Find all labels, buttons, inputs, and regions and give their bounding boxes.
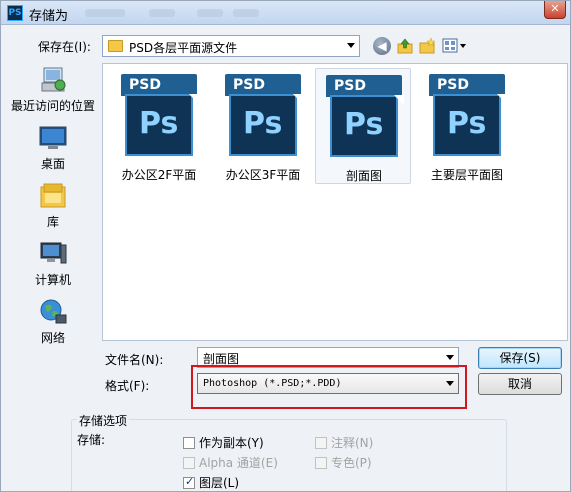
recent-places-icon <box>38 65 68 95</box>
file-name-label: 办公区3F平面 <box>225 168 301 182</box>
photoshop-app-icon: PS <box>7 5 23 21</box>
title-bar-blur <box>85 9 125 17</box>
place-network[interactable]: 网络 <box>5 297 101 346</box>
cancel-button[interactable]: 取消 <box>478 373 562 395</box>
save-options-title: 存储选项 <box>77 412 130 429</box>
views-menu-icon[interactable] <box>442 37 468 55</box>
up-folder-icon[interactable] <box>396 37 414 55</box>
chevron-down-icon[interactable] <box>446 355 454 360</box>
as-copy-checkbox[interactable]: 作为副本(Y) <box>183 434 264 451</box>
place-label: 最近访问的位置 <box>10 99 95 113</box>
psd-file-icon: PSD Ps <box>326 75 404 159</box>
folder-icon <box>108 40 123 52</box>
alpha-checkbox[interactable]: Alpha 通道(E) <box>183 454 278 471</box>
title-bar-blur <box>233 9 259 17</box>
libraries-icon <box>38 181 68 211</box>
notes-label: 注释(N) <box>331 436 374 450</box>
close-icon[interactable]: ✕ <box>544 1 566 19</box>
title-bar-blur <box>149 9 175 17</box>
psd-file-icon: PSD Ps <box>429 74 507 158</box>
save-label: 存储: <box>77 433 106 447</box>
save-in-label: 保存在(I): <box>38 40 91 54</box>
computer-icon <box>38 239 68 269</box>
place-computer[interactable]: 计算机 <box>5 239 101 288</box>
place-label: 库 <box>46 215 59 229</box>
layers-label: 图层(L) <box>199 476 240 490</box>
new-folder-icon[interactable] <box>418 37 436 55</box>
place-label: 计算机 <box>34 273 71 287</box>
spot-checkbox[interactable]: 专色(P) <box>315 454 372 471</box>
file-item[interactable]: PSD Ps 办公区3F平面 <box>215 68 311 184</box>
file-list-view[interactable]: PSD Ps 办公区2F平面 PSD Ps 办公区3F平面 PSD Ps 剖面图 <box>102 63 568 341</box>
desktop-icon <box>38 123 68 153</box>
alpha-label: Alpha 通道(E) <box>199 456 278 470</box>
window-title: 存储为 <box>29 9 69 24</box>
place-recent[interactable]: 最近访问的位置 <box>5 65 101 114</box>
file-item-selected[interactable]: PSD Ps 剖面图 <box>315 68 411 184</box>
format-label: 格式(F): <box>105 379 150 393</box>
back-icon[interactable]: ◀ <box>373 37 391 55</box>
checkbox-box[interactable] <box>183 475 195 489</box>
checkbox-box[interactable] <box>183 437 195 449</box>
save-in-dropdown[interactable]: PSD各层平面源文件 <box>102 35 360 57</box>
chevron-down-icon <box>347 43 355 48</box>
title-bar[interactable]: PS 存储为 ✕ <box>1 1 570 25</box>
title-bar-blur <box>197 9 223 17</box>
file-name-label: 办公区2F平面 <box>121 168 197 182</box>
psd-file-icon: PSD Ps <box>121 74 199 158</box>
checkbox-box[interactable] <box>315 457 327 469</box>
place-libraries[interactable]: 库 <box>5 181 101 230</box>
file-name-label: 主要层平面图 <box>430 168 503 182</box>
spot-label: 专色(P) <box>331 456 372 470</box>
save-options-group <box>71 419 507 491</box>
network-icon <box>38 297 68 327</box>
file-item[interactable]: PSD Ps 办公区2F平面 <box>111 68 207 184</box>
checkbox-box[interactable] <box>315 437 327 449</box>
places-bar: 最近访问的位置 桌面 库 计算机 网络 <box>5 59 101 359</box>
place-label: 桌面 <box>40 157 65 171</box>
filename-label: 文件名(N): <box>105 353 164 367</box>
current-folder-text: PSD各层平面源文件 <box>129 41 238 55</box>
place-desktop[interactable]: 桌面 <box>5 123 101 172</box>
notes-checkbox[interactable]: 注释(N) <box>315 434 373 451</box>
save-button[interactable]: 保存(S) <box>478 347 562 369</box>
file-name-label: 剖面图 <box>345 169 382 183</box>
annotation-highlight-box <box>191 365 467 409</box>
as-copy-label: 作为副本(Y) <box>199 436 264 450</box>
file-item[interactable]: PSD Ps 主要层平面图 <box>419 68 515 184</box>
psd-file-icon: PSD Ps <box>225 74 303 158</box>
checkbox-box[interactable] <box>183 457 195 469</box>
layers-checkbox[interactable]: 图层(L) <box>183 474 239 491</box>
save-as-dialog: PS 存储为 ✕ 保存在(I): PSD各层平面源文件 ◀ 最近访问的位置 桌面… <box>0 0 571 492</box>
place-label: 网络 <box>40 331 65 345</box>
